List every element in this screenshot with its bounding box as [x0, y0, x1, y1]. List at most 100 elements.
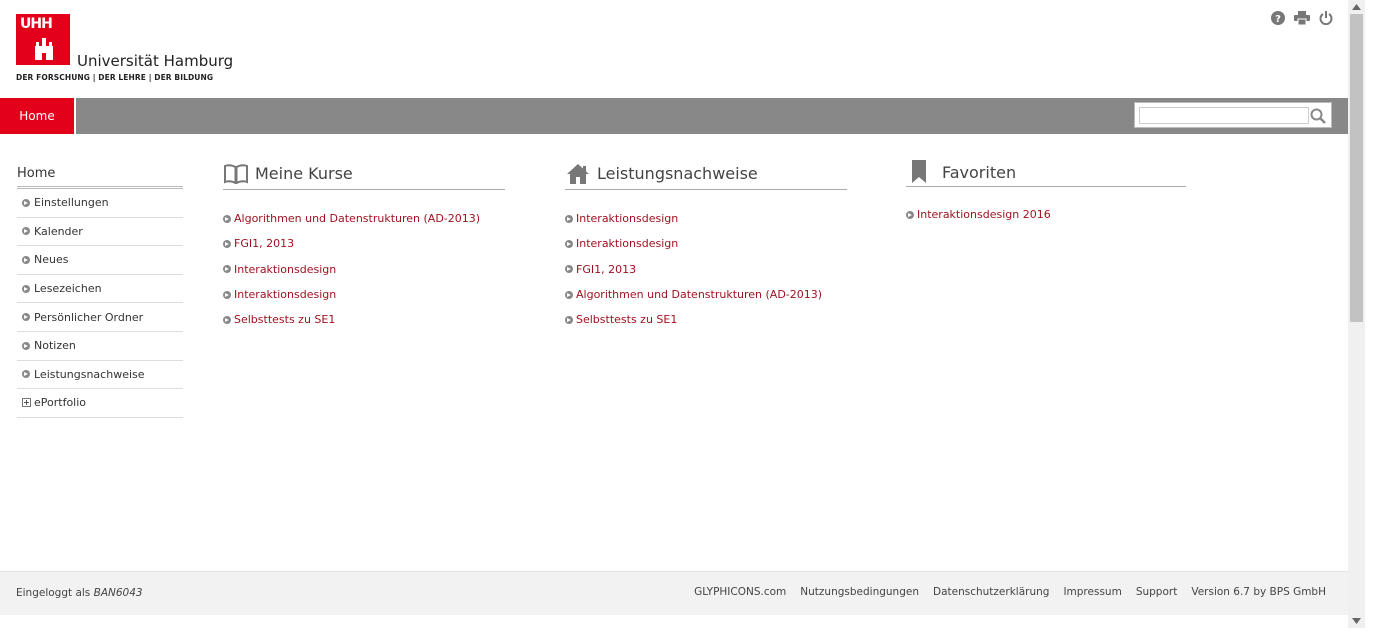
search-icon[interactable]: [1310, 108, 1326, 124]
link-label: FGI1, 2013: [234, 237, 295, 251]
assessment-link[interactable]: Algorithmen und Datenstrukturen (AD-2013…: [565, 282, 847, 307]
logo-mark-text: UHH: [20, 16, 53, 32]
panel-leistungsnachweise: Leistungsnachweise Interaktionsdesign In…: [565, 158, 847, 332]
course-link[interactable]: Selbsttests zu SE1: [223, 307, 505, 332]
sidebar-item-label: Leistungsnachweise: [34, 367, 145, 381]
link-label: Interaktionsdesign: [576, 237, 679, 251]
sidebar-item-label: Lesezeichen: [34, 282, 102, 296]
print-icon[interactable]: [1294, 10, 1310, 26]
link-label: Interaktionsdesign 2016: [917, 208, 1051, 222]
arrow-bullet-icon: [22, 227, 30, 236]
assessment-link[interactable]: FGI1, 2013: [565, 257, 847, 282]
arrow-bullet-icon: [22, 255, 30, 264]
main-navbar: Home: [0, 98, 1348, 134]
arrow-bullet-icon: [223, 265, 231, 274]
nav-home-tab[interactable]: Home: [0, 98, 74, 134]
arrow-bullet-icon: [22, 284, 30, 293]
panel-links: Interaktionsdesign Interaktionsdesign FG…: [565, 190, 847, 332]
arrow-bullet-icon: [22, 341, 30, 350]
footer-link-support[interactable]: Support: [1136, 586, 1178, 598]
footer-link-nutzungsbedingungen[interactable]: Nutzungsbedingungen: [800, 586, 919, 598]
course-link[interactable]: Algorithmen und Datenstrukturen (AD-2013…: [223, 206, 505, 231]
sidebar-title[interactable]: Home: [17, 160, 183, 189]
arrow-bullet-icon: [565, 265, 573, 274]
footer-link-impressum[interactable]: Impressum: [1063, 586, 1121, 598]
panel-header: Meine Kurse: [223, 158, 505, 190]
expand-plus-icon[interactable]: [22, 398, 31, 408]
sidebar-item-label: Notizen: [34, 339, 76, 353]
link-label: Interaktionsdesign: [234, 262, 337, 276]
home-icon: [565, 162, 591, 186]
link-label: Algorithmen und Datenstrukturen (AD-2013…: [576, 288, 823, 302]
arrow-bullet-icon: [565, 290, 573, 299]
search-box: [1134, 102, 1332, 128]
sidebar-item-label: Kalender: [34, 224, 83, 238]
arrow-bullet-icon: [565, 315, 573, 324]
username: BAN6043: [93, 587, 143, 599]
arrow-bullet-icon: [223, 290, 231, 299]
logo-name: Universität Hamburg: [77, 52, 234, 70]
scroll-up-icon[interactable]: [1348, 0, 1365, 14]
sidebar-item-kalender[interactable]: Kalender: [17, 218, 183, 247]
scroll-thumb[interactable]: [1350, 14, 1363, 322]
arrow-bullet-icon: [22, 370, 30, 379]
panel-title: Leistungsnachweise: [597, 164, 758, 183]
sidebar-item-label: Neues: [34, 253, 69, 267]
university-logo[interactable]: UHH Universität Hamburg DER FORSCHUNG | …: [16, 14, 236, 86]
search-input[interactable]: [1139, 107, 1309, 124]
link-label: Selbsttests zu SE1: [576, 313, 678, 327]
page-scrollbar[interactable]: [1348, 0, 1365, 628]
arrow-bullet-icon: [223, 239, 231, 248]
book-icon: [223, 162, 249, 186]
footer-link-glyphicons[interactable]: GLYPHICONS.com: [694, 586, 786, 598]
footer-link-datenschutz[interactable]: Datenschutzerklärung: [933, 586, 1049, 598]
sidebar-item-eportfolio[interactable]: ePortfolio: [17, 389, 183, 418]
footer-links: GLYPHICONS.com Nutzungsbedingungen Daten…: [694, 586, 1326, 598]
course-link[interactable]: FGI1, 2013: [223, 231, 505, 256]
login-prefix: Eingeloggt als: [16, 587, 91, 599]
footer-link-version[interactable]: Version 6.7 by BPS GmbH: [1191, 586, 1326, 598]
arrow-bullet-icon: [223, 315, 231, 324]
logo-mark: UHH: [16, 14, 70, 65]
arrow-bullet-icon: [223, 214, 231, 223]
course-link[interactable]: Interaktionsdesign: [223, 282, 505, 307]
sidebar-item-lesezeichen[interactable]: Lesezeichen: [17, 275, 183, 304]
sidebar-item-leistungsnachweise[interactable]: Leistungsnachweise: [17, 361, 183, 390]
header-tools: ?: [1270, 10, 1334, 26]
scroll-down-icon[interactable]: [1348, 614, 1365, 628]
panel-header: Favoriten: [906, 158, 1186, 187]
panel-links: Interaktionsdesign 2016: [906, 187, 1186, 227]
login-status: Eingeloggt als BAN6043: [16, 587, 143, 599]
svg-text:?: ?: [1275, 14, 1281, 25]
sidebar-item-neues[interactable]: Neues: [17, 246, 183, 275]
assessment-link[interactable]: Selbsttests zu SE1: [565, 307, 847, 332]
sidebar-item-label: Persönlicher Ordner: [34, 310, 144, 324]
link-label: Interaktionsdesign: [576, 212, 679, 226]
panel-title: Favoriten: [942, 162, 1017, 182]
link-label: FGI1, 2013: [576, 262, 637, 276]
sidebar-item-persoenlicher-ordner[interactable]: Persönlicher Ordner: [17, 303, 183, 332]
sidebar-item-notizen[interactable]: Notizen: [17, 332, 183, 361]
link-label: Algorithmen und Datenstrukturen (AD-2013…: [234, 212, 481, 226]
page-header: UHH Universität Hamburg DER FORSCHUNG | …: [0, 0, 1348, 98]
sidebar: Home Einstellungen Kalender Neues Leseze…: [17, 160, 183, 418]
assessment-link[interactable]: Interaktionsdesign: [565, 231, 847, 256]
castle-icon: [35, 38, 53, 60]
course-link[interactable]: Interaktionsdesign: [223, 257, 505, 282]
sidebar-item-einstellungen[interactable]: Einstellungen: [17, 189, 183, 218]
favorite-link[interactable]: Interaktionsdesign 2016: [906, 202, 1186, 227]
arrow-bullet-icon: [565, 239, 573, 248]
power-icon[interactable]: [1318, 10, 1334, 26]
panel-links: Algorithmen und Datenstrukturen (AD-2013…: [223, 190, 505, 332]
panel-favoriten: Favoriten Interaktionsdesign 2016: [906, 158, 1186, 227]
link-label: Selbsttests zu SE1: [234, 313, 336, 327]
sidebar-item-label: ePortfolio: [34, 396, 87, 410]
assessment-link[interactable]: Interaktionsdesign: [565, 206, 847, 231]
panel-meine-kurse: Meine Kurse Algorithmen und Datenstruktu…: [223, 158, 505, 332]
panel-title: Meine Kurse: [255, 164, 353, 183]
page-footer: Eingeloggt als BAN6043 GLYPHICONS.com Nu…: [0, 571, 1348, 615]
nav-separator: [74, 98, 76, 134]
arrow-bullet-icon: [22, 198, 30, 207]
arrow-bullet-icon: [906, 210, 914, 219]
help-icon[interactable]: ?: [1270, 10, 1286, 26]
